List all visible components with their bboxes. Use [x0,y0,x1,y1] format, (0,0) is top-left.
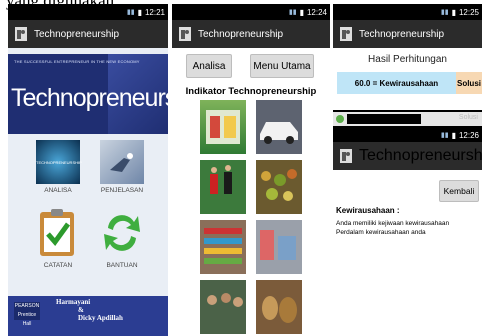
signal-icon: ▮▮ [440,132,449,139]
phone-result: ▮▮ ▮ 12:25 Technopreneurship Hasil Perhi… [333,4,482,336]
solution-panel: Kembali Kewirausahaan : Anda memiliki ke… [333,170,482,336]
menu-analisa-label: ANALISA [44,187,72,194]
publisher-sub: Prentice Hall [17,312,37,327]
menu-catatan-label: CATATAN [43,262,73,269]
battery-icon: ▮ [451,7,456,17]
indicator-content: Analisa Menu Utama Indikator Technoprene… [172,48,330,336]
signal-icon: ▮▮ [440,9,449,16]
menu-analisa[interactable]: TECHNOPRENEURSHIP ANALISA [30,140,86,194]
indicator-image-street[interactable] [256,220,302,274]
app-icon [339,148,353,164]
tile-art-text: TECHNOPRENEURSHIP [36,160,82,165]
action-bar: Technopreneurship [172,20,330,48]
app-icon [14,26,28,42]
indicator-heading: Indikator Technopreneurship [185,86,317,97]
battery-icon: ▮ [451,130,456,140]
author-2: Dicky Apdillah [78,314,123,322]
battery-icon: ▮ [137,7,142,17]
banner-tagline: THE SUCCESSFUL ENTREPRENEUR IN THE NEW E… [14,59,140,64]
network-icon: TECHNOPRENEURSHIP [36,140,82,184]
menu-catatan[interactable]: CATATAN [30,206,86,269]
menu-utama-button[interactable]: Menu Utama [250,54,314,78]
app-icon [339,26,353,42]
status-time: 12:21 [144,7,165,17]
kewirausahaan-line-1: Anda memiliki kejiwaan kewirausahaan [336,220,450,227]
action-bar: Technopreneurship [8,20,168,48]
book-cover-footer: PEARSON Prentice Hall Harmayani & Dicky … [8,296,168,336]
indicator-image-store[interactable] [200,220,246,274]
status-bar: ▮▮ ▮ 12:24 [172,4,330,20]
hasil-title: Hasil Perhitungan [368,54,447,65]
analisa-button[interactable]: Analisa [186,54,232,78]
main-menu-content: THE SUCCESSFUL ENTREPRENEUR IN THE NEW E… [8,48,168,336]
publisher-logo: PEARSON Prentice Hall [14,302,40,327]
signal-icon: ▮▮ [126,9,135,16]
author-amp: & [78,306,84,314]
redacted-bar [347,114,421,124]
status-bar: ▮▮ ▮ 12:21 [8,4,168,20]
phone-indicator: ▮▮ ▮ 12:24 Technopreneurship Analisa Men… [172,4,330,336]
menu-bantuan[interactable]: BANTUAN [92,206,152,269]
indicator-image-crowd[interactable] [200,280,246,334]
solusi-button[interactable]: Solusi [456,72,482,94]
indicator-image-shop[interactable] [200,100,246,154]
pointing-hand-icon [100,140,144,184]
kewirausahaan-line-2: Perdalam kewirausahaan anda [336,229,426,236]
indicator-image-market[interactable] [256,160,302,214]
action-bar: Technopreneurship [333,20,482,48]
banner-title: Technopreneurship [11,84,168,112]
authors: Harmayani & Dicky Apdillah [56,298,123,322]
status-time: 12:25 [458,7,479,17]
menu-bantuan-label: BANTUAN [106,262,138,269]
battery-icon: ▮ [299,7,304,17]
status-time: 12:24 [306,7,327,17]
app-title: Technopreneurship [359,147,482,164]
indicator-image-crafts[interactable] [256,280,302,334]
checklist-icon [36,206,80,256]
notification-bar: Solusi [333,112,482,126]
action-bar-2: Technopreneurship [333,142,482,170]
notification-icon [336,115,344,123]
notification-ghost-text: Solusi [458,114,478,121]
publisher-name: PEARSON [14,303,40,309]
app-icon [178,26,192,42]
app-title: Technopreneurship [34,28,120,40]
kewirausahaan-title: Kewirausahaan : [336,206,400,215]
status-bar-2: ▮▮ ▮ 12:26 [333,128,482,142]
result-panel: Hasil Perhitungan 60.0 = Kewirausahaan S… [333,48,482,110]
refresh-icon [100,206,144,251]
menu-penjelasan[interactable]: PENJELASAN [92,140,152,194]
phone-main-menu: ▮▮ ▮ 12:21 Technopreneurship THE SUCCESS… [8,4,168,336]
status-bar: ▮▮ ▮ 12:25 [333,4,482,20]
app-title: Technopreneurship [198,28,284,40]
menu-penjelasan-label: PENJELASAN [100,187,144,194]
signal-icon: ▮▮ [288,9,297,16]
indicator-image-car[interactable] [256,100,302,154]
app-title: Technopreneurship [359,28,445,40]
banner: THE SUCCESSFUL ENTREPRENEUR IN THE NEW E… [8,54,168,134]
kembali-button[interactable]: Kembali [439,180,479,202]
indicator-image-football[interactable] [200,160,246,214]
status-time: 12:26 [458,130,479,140]
result-value: 60.0 = Kewirausahaan [337,72,456,94]
author-1: Harmayani [56,298,91,306]
